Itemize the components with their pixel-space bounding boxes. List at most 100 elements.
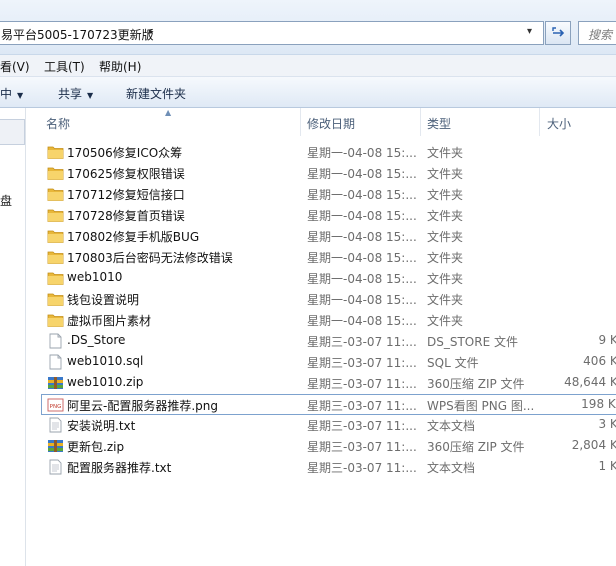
file-date: 星期三-03-07 11:... [307, 440, 417, 454]
file-date: 星期一-04-08 15:... [307, 188, 417, 202]
column-headers: ▲ 名称 修改日期 类型 大小 [27, 108, 616, 136]
file-name: 170728修复首页错误 [67, 209, 185, 223]
file-row[interactable]: web1010 星期一-04-08 15:... 文件夹 [42, 268, 616, 289]
menu-tools[interactable]: 工具(T) [44, 58, 85, 75]
file-row[interactable]: 170728修复首页错误 星期一-04-08 15:... 文件夹 [42, 205, 616, 226]
file-name: 阿里云-配置服务器推荐.png [67, 399, 218, 413]
folder-icon [47, 228, 64, 244]
file-row[interactable]: 170803后台密码无法修改错误 星期一-04-08 15:... 文件夹 [42, 247, 616, 268]
column-header-type[interactable]: 类型 [427, 115, 451, 132]
file-date: 星期一-04-08 15:... [307, 230, 417, 244]
sort-arrow-icon: ▲ [165, 108, 172, 117]
chevron-down-icon: ▼ [87, 91, 94, 100]
nav-selected-item[interactable] [0, 119, 25, 145]
file-icon [47, 354, 64, 370]
zip-icon [47, 375, 64, 391]
file-row[interactable]: PNG 阿里云-配置服务器推荐.png 星期三-03-07 11:... WPS看图 … [41, 394, 616, 415]
refresh-button[interactable] [545, 21, 571, 45]
file-size: 2,804 KB [571, 438, 616, 452]
refresh-icon [552, 27, 565, 37]
file-name: .DS_Store [67, 333, 126, 347]
file-type: DS_STORE 文件 [427, 335, 518, 349]
folder-icon [47, 249, 64, 265]
file-row[interactable]: 170712修复短信接口 星期一-04-08 15:... 文件夹 [42, 184, 616, 205]
command-bar: 中 ▼ 共享 ▼ 新建文件夹 [0, 77, 616, 108]
folder-icon [47, 207, 64, 223]
file-type: 文件夹 [427, 272, 464, 286]
menu-help[interactable]: 帮助(H) [99, 58, 141, 75]
file-type: 文件夹 [427, 146, 464, 160]
address-bar[interactable]: 易平台5005-170723更新版 ▸ ▾ [0, 21, 544, 45]
file-row[interactable]: 虚拟币图片素材 星期一-04-08 15:... 文件夹 [42, 310, 616, 331]
file-row[interactable]: 170625修复权限错误 星期一-04-08 15:... 文件夹 [42, 163, 616, 184]
file-name: 钱包设置说明 [67, 293, 140, 307]
png-icon: PNG [47, 397, 64, 413]
file-type: 文件夹 [427, 188, 464, 202]
column-divider[interactable] [539, 108, 540, 136]
column-divider[interactable] [420, 108, 421, 136]
file-name: web1010 [67, 270, 123, 284]
file-row[interactable]: 170506修复ICO众筹 星期一-04-08 15:... 文件夹 [42, 142, 616, 163]
address-bar-row: 易平台5005-170723更新版 ▸ ▾ 搜索 [0, 0, 616, 55]
file-date: 星期一-04-08 15:... [307, 146, 417, 160]
file-name: 170802修复手机版BUG [67, 230, 200, 244]
address-dropdown-icon[interactable]: ▾ [527, 26, 532, 37]
nav-item-label[interactable]: 盘 [0, 192, 12, 209]
folder-icon [47, 186, 64, 202]
search-placeholder: 搜索 [588, 28, 613, 42]
menu-bar: 看(V) 工具(T) 帮助(H) [0, 55, 616, 77]
navigation-pane[interactable]: 盘 [0, 108, 26, 566]
file-size: 48,644 KB [564, 375, 616, 389]
file-row[interactable]: web1010.sql 星期三-03-07 11:... SQL 文件 406 KB [42, 352, 616, 373]
file-row[interactable]: 钱包设置说明 星期一-04-08 15:... 文件夹 [42, 289, 616, 310]
file-row[interactable]: web1010.zip 星期三-03-07 11:... 360压缩 ZIP 文件 4… [42, 373, 616, 394]
file-date: 星期三-03-07 11:... [307, 461, 417, 475]
column-header-name[interactable]: 名称 [46, 115, 70, 132]
search-input[interactable]: 搜索 [578, 21, 616, 45]
file-name: 安装说明.txt [67, 419, 136, 433]
file-date: 星期三-03-07 11:... [307, 419, 417, 433]
file-name: 配置服务器推荐.txt [67, 461, 172, 475]
chevron-down-icon: ▼ [17, 91, 24, 100]
file-size: 198 KB [581, 397, 616, 411]
breadcrumb[interactable]: 易平台5005-170723更新版 [1, 26, 154, 43]
file-date: 星期一-04-08 15:... [307, 167, 417, 181]
file-row[interactable]: .DS_Store 星期三-03-07 11:... DS_STORE 文件 9 KB [42, 331, 616, 352]
folder-icon [47, 291, 64, 307]
file-size: 1 KB [598, 459, 616, 473]
file-name: 虚拟币图片素材 [67, 314, 152, 328]
file-row[interactable]: 安装说明.txt 星期三-03-07 11:... 文本文档 3 KB [42, 415, 616, 436]
file-date: 星期三-03-07 11:... [307, 335, 417, 349]
menu-view[interactable]: 看(V) [0, 58, 30, 75]
folder-icon [47, 165, 64, 181]
breadcrumb-arrow-icon[interactable]: ▸ [149, 27, 154, 37]
file-row[interactable]: 170802修复手机版BUG 星期一-04-08 15:... 文件夹 [42, 226, 616, 247]
file-type: 文本文档 [427, 461, 476, 475]
organize-button[interactable]: 中 ▼ [0, 85, 23, 102]
file-date: 星期一-04-08 15:... [307, 209, 417, 223]
file-row[interactable]: 配置服务器推荐.txt 星期三-03-07 11:... 文本文档 1 KB [42, 457, 616, 478]
file-name: 170803后台密码无法修改错误 [67, 251, 233, 265]
file-row[interactable]: 更新包.zip 星期三-03-07 11:... 360压缩 ZIP 文件 2,804… [42, 436, 616, 457]
share-button[interactable]: 共享 ▼ [58, 85, 93, 102]
file-name: web1010.zip [67, 375, 144, 389]
folder-icon [47, 312, 64, 328]
text-file-icon [47, 459, 64, 475]
column-header-size[interactable]: 大小 [547, 115, 571, 132]
folder-icon [47, 270, 64, 286]
file-date: 星期三-03-07 11:... [307, 356, 417, 370]
file-list: ▲ 名称 修改日期 类型 大小 170506修复ICO众筹 星期一-04-08 1… [27, 108, 616, 566]
column-header-date[interactable]: 修改日期 [307, 115, 355, 132]
folder-icon [47, 144, 64, 160]
column-divider[interactable] [300, 108, 301, 136]
file-size: 406 KB [583, 354, 616, 368]
file-date: 星期一-04-08 15:... [307, 251, 417, 265]
zip-icon [47, 438, 64, 454]
file-icon [47, 333, 64, 349]
file-type: 文件夹 [427, 230, 464, 244]
file-name: 170712修复短信接口 [67, 188, 185, 202]
new-folder-button[interactable]: 新建文件夹 [126, 85, 186, 102]
file-type: 360压缩 ZIP 文件 [427, 440, 525, 454]
file-date: 星期三-03-07 11:... [307, 399, 417, 413]
file-type: 360压缩 ZIP 文件 [427, 377, 525, 391]
